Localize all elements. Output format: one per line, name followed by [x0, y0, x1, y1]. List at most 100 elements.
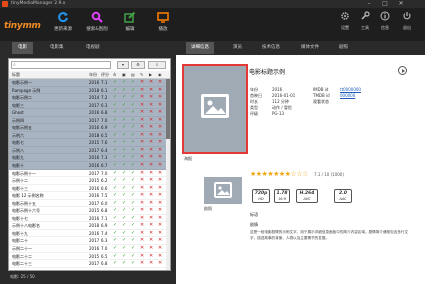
table-row[interactable]: 示例六 2018 6.5 ✓ ✓ ✓ ✕ ✕ ✕: [9, 131, 166, 140]
info-label-watched: 观看状态: [313, 99, 329, 104]
refresh-icon: [58, 12, 68, 23]
tab-media-files[interactable]: 媒体文件: [296, 42, 324, 54]
table-row[interactable]: 电影十九 2016 7.4 ✓ ✓ ✓ ✕ ✕ ✕: [9, 230, 166, 238]
table-body: 电影示例一 2016 7.1 ✓ ✓ ✓ ✕ ✕ ✕ Rampage 示例 2018 6.1 ✓ ✓ ✓ ✕ ✕…: [9, 79, 166, 268]
tab-movies[interactable]: 电影: [12, 42, 33, 54]
watched-cross-icon: ✕: [158, 131, 163, 138]
trailer-cross-icon: ✕: [149, 86, 154, 93]
export-button[interactable]: ⇩: [148, 61, 166, 69]
fanart-image[interactable]: [204, 177, 242, 204]
table-row[interactable]: 电影九 2016 7.3 ✓ ✓ ✓ ✕ ✕ ✕: [9, 154, 166, 163]
row-title: 电影示例十一: [12, 170, 36, 176]
table-row[interactable]: 电影示例十六号 2015 6.8 ✓ ✓ ✓ ✕ ✕ ✕: [9, 207, 166, 215]
watched-cross-icon: ✕: [158, 154, 163, 161]
table-row[interactable]: 电影三 2017 6.3 ✓ ✓ ✓ ✕ ✕ ✕: [9, 101, 166, 110]
watched-cross-icon: ✕: [158, 184, 163, 191]
list-scrollbar[interactable]: [166, 79, 170, 270]
table-row[interactable]: 电影七 2015 7.6 ✓ ✓ ✓ ✕ ✕ ✕: [9, 139, 166, 147]
row-year: 2017: [89, 170, 100, 176]
exit-button[interactable]: 退出: [398, 11, 416, 39]
watched-cross-icon: ✕: [158, 260, 163, 267]
table-row[interactable]: 示例十八电影名 2018 6.9 ✓ ✓ ✓ ✕ ✕ ✕: [9, 222, 166, 230]
tab-media-info[interactable]: 技术信息: [257, 42, 285, 54]
movie-table: ⌕ ▾ ⚙ ⇩ 标题 年份 评分 ♁ ▣ ▤ ✎ ▶ ◉ 电影示例一 2016 7.…: [8, 58, 171, 271]
row-rating: 6.2: [101, 178, 108, 184]
tab-movie-sets[interactable]: 电影集: [44, 42, 70, 54]
info-button[interactable]: 信息: [376, 11, 394, 39]
subtitle-cross-icon: ✕: [140, 101, 145, 108]
row-year: 2016: [89, 125, 100, 131]
badge-aspect-top: 1.78: [276, 191, 288, 196]
poster-image[interactable]: [182, 64, 248, 154]
poster-check-icon: ✓: [122, 79, 127, 85]
table-row[interactable]: 电影示例二 2014 7.2 ✓ ✓ ✓ ✕ ✕ ✕: [9, 94, 166, 102]
table-row[interactable]: 电影二十 2017 6.3 ✓ ✓ ✓ ✕ ✕ ✕: [9, 237, 166, 246]
table-row[interactable]: 电影示例一 2016 7.1 ✓ ✓ ✓ ✕ ✕ ✕: [9, 79, 166, 87]
tab-tv-shows[interactable]: 电视剧: [80, 42, 106, 54]
table-row[interactable]: 电影示例五 2016 6.9 ✓ ✓ ✓ ✕ ✕ ✕: [9, 124, 166, 132]
watched-cross-icon: ✕: [158, 207, 163, 214]
table-row[interactable]: 电影示例十五 2017 6.0 ✓ ✓ ✓ ✕ ✕ ✕: [9, 200, 166, 208]
col-year[interactable]: 年份: [89, 71, 97, 79]
play-button[interactable]: 播放: [145, 11, 181, 39]
fanart-placeholder-icon: [214, 182, 232, 198]
wrench-icon: [361, 11, 370, 20]
subtitle-cross-icon: ✕: [140, 237, 145, 244]
watermark: SMYZ.NET: [318, 257, 380, 268]
watched-cross-icon: ✕: [158, 237, 163, 244]
options-button[interactable]: ⚙: [131, 61, 145, 69]
nfo-check-icon: ✓: [113, 177, 118, 184]
tab-details[interactable]: 详细信息: [186, 42, 214, 54]
table-row[interactable]: 电影二十三 2017 6.8 ✓ ✓ ✓ ✕ ✕ ✕: [9, 260, 166, 268]
settings-label: 设置: [341, 25, 349, 30]
filter-button[interactable]: ▾: [117, 61, 129, 69]
nfo-check-icon: ✓: [113, 154, 118, 161]
table-row[interactable]: Ghost 2016 6.8 ✓ ✓ ✓ ✕ ✕ ✕: [9, 109, 166, 117]
col-rating[interactable]: 评分: [101, 71, 109, 79]
table-row[interactable]: 电影十三 2016 6.6 ✓ ✓ ✓ ✕ ✕ ✕: [9, 185, 166, 193]
tab-cast[interactable]: 演员: [228, 42, 247, 54]
maximize-icon[interactable]: □: [377, 0, 393, 8]
col-title[interactable]: 标题: [12, 71, 20, 79]
minimize-icon[interactable]: –: [361, 0, 377, 8]
row-title: 电影十三: [12, 185, 28, 191]
table-row[interactable]: 电影示例十一 2017 7.0 ✓ ✓ ✓ ✕ ✕ ✕: [9, 170, 166, 178]
table-row[interactable]: 示例四 2017 7.0 ✓ ✓ ✓ ✕ ✕ ✕: [9, 116, 166, 125]
search-input[interactable]: ⌕: [11, 61, 111, 69]
search-scrape-button[interactable]: 搜索&刮削: [79, 11, 115, 39]
close-icon[interactable]: ✕: [393, 0, 409, 8]
row-rating: 7.0: [101, 117, 108, 123]
table-row[interactable]: 电影 12 示例名称 2016 7.5 ✓ ✓ ✓ ✕ ✕ ✕: [9, 192, 166, 200]
table-row[interactable]: 示例二十一 2016 7.0 ✓ ✓ ✓ ✕ ✕ ✕: [9, 245, 166, 253]
badge-resolution-top: 720p: [254, 191, 268, 196]
table-row[interactable]: 电影十七 2016 7.1 ✓ ✓ ✓ ✕ ✕ ✕: [9, 215, 166, 223]
subtitle-cross-icon: ✕: [140, 79, 145, 85]
table-row[interactable]: Rampage 示例 2018 6.1 ✓ ✓ ✓ ✕ ✕ ✕: [9, 86, 166, 95]
table-row[interactable]: 电影二十二 2015 6.5 ✓ ✓ ✓ ✕ ✕ ✕: [9, 253, 166, 261]
settings-button[interactable]: 设置: [336, 11, 354, 39]
table-row[interactable]: 电影十 2016 6.7 ✓ ✓ ✓ ✕ ✕ ✕: [9, 162, 166, 170]
play-circle-icon[interactable]: [398, 66, 407, 75]
poster-check-icon: ✓: [122, 199, 127, 206]
col-poster-icon: ▣: [122, 72, 126, 77]
update-sources-button[interactable]: 更新来源: [45, 11, 81, 39]
fanart-check-icon: ✓: [131, 260, 136, 267]
trailer-cross-icon: ✕: [149, 146, 154, 153]
edit-button[interactable]: 编辑: [112, 11, 148, 39]
table-row[interactable]: 示例八 2017 6.4 ✓ ✓ ✓ ✕ ✕ ✕: [9, 146, 166, 155]
tab-artwork[interactable]: 剧照: [334, 42, 353, 54]
tools-button[interactable]: 工具: [356, 11, 374, 39]
search-field-icon: ⌕: [13, 62, 16, 68]
row-rating: 6.6: [101, 185, 108, 191]
poster-check-icon: ✓: [122, 207, 127, 214]
poster-check-icon: ✓: [122, 139, 127, 146]
tmdb-link[interactable]: 000000: [340, 93, 355, 99]
search-icon: [91, 11, 103, 23]
movie-count: 电影: 25 / 50: [10, 274, 35, 279]
movie-title: 电影标题示例: [249, 69, 286, 76]
subtitle-cross-icon: ✕: [140, 222, 145, 229]
row-rating: 6.5: [101, 253, 108, 259]
scrollbar-thumb[interactable]: [166, 79, 170, 139]
table-row[interactable]: 示例十二 2015 6.2 ✓ ✓ ✓ ✕ ✕ ✕: [9, 177, 166, 185]
nfo-check-icon: ✓: [113, 260, 118, 267]
